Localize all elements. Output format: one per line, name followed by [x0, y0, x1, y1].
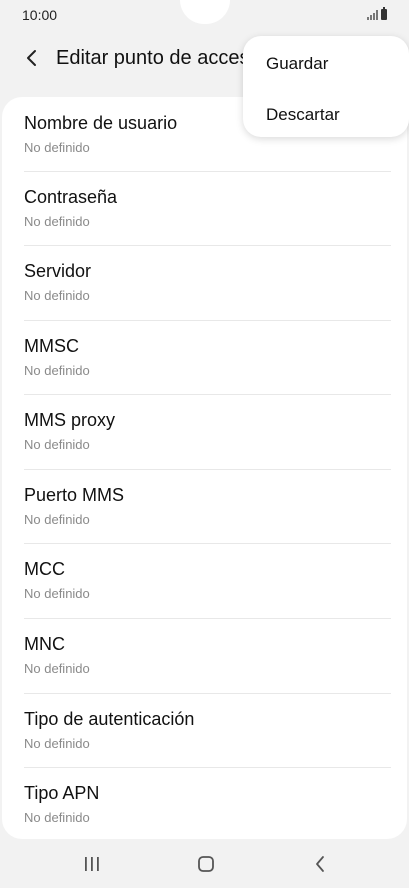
status-icons [367, 7, 387, 20]
list-item-mms-port[interactable]: Puerto MMS No definido [24, 469, 391, 543]
recent-apps-icon [85, 857, 99, 871]
menu-item-save[interactable]: Guardar [243, 39, 409, 85]
page-title: Editar punto de acceso [56, 47, 246, 69]
signal-icon [367, 10, 378, 20]
item-title: Contraseña [24, 187, 118, 207]
camera-notch [180, 0, 230, 24]
back-icon [316, 856, 324, 872]
item-value: No definido [24, 140, 90, 155]
recent-apps-button[interactable] [78, 850, 106, 878]
battery-icon [381, 7, 387, 20]
item-value: No definido [24, 363, 90, 378]
list-item-apn-type[interactable]: Tipo APN No definido [24, 767, 391, 839]
list-item-mms-proxy[interactable]: MMS proxy No definido [24, 394, 391, 468]
item-title: Servidor [24, 261, 92, 281]
list-item-mnc[interactable]: MNC No definido [24, 618, 391, 692]
item-value: No definido [24, 437, 90, 452]
list-item-server[interactable]: Servidor No definido [24, 245, 391, 319]
navigation-bar [0, 840, 409, 888]
item-value: No definido [24, 288, 90, 303]
item-title: Puerto MMS [24, 485, 125, 505]
list-item-mcc[interactable]: MCC No definido [24, 543, 391, 617]
menu-item-label: Descartar [266, 105, 340, 124]
chevron-left-icon [27, 50, 36, 66]
item-title: Nombre de usuario [24, 113, 178, 133]
item-title: MMS proxy [24, 410, 116, 430]
item-title: Tipo de autenticación [24, 709, 195, 729]
list-item-password[interactable]: Contraseña No definido [24, 171, 391, 245]
nav-back-button[interactable] [306, 850, 334, 878]
home-button[interactable] [192, 850, 220, 878]
item-value: No definido [24, 736, 90, 751]
home-icon [198, 856, 214, 872]
item-value: No definido [24, 661, 90, 676]
overflow-menu: Guardar Descartar [243, 36, 409, 137]
back-button[interactable] [18, 44, 46, 72]
list-item-mmsc[interactable]: MMSC No definido [24, 320, 391, 394]
settings-list: Nombre de usuario No definido Contraseña… [2, 97, 407, 839]
status-time: 10:00 [22, 7, 58, 23]
menu-item-label: Guardar [266, 54, 329, 73]
list-item-auth-type[interactable]: Tipo de autenticación No definido [24, 693, 391, 767]
item-value: No definido [24, 586, 90, 601]
item-title: MMSC [24, 336, 79, 356]
item-title: MNC [24, 634, 65, 654]
item-value: No definido [24, 810, 90, 825]
item-value: No definido [24, 512, 90, 527]
status-bar: 10:00 [0, 0, 409, 32]
item-value: No definido [24, 214, 90, 229]
item-title: Tipo APN [24, 783, 100, 803]
item-title: MCC [24, 559, 65, 579]
menu-item-discard[interactable]: Descartar [243, 90, 409, 136]
